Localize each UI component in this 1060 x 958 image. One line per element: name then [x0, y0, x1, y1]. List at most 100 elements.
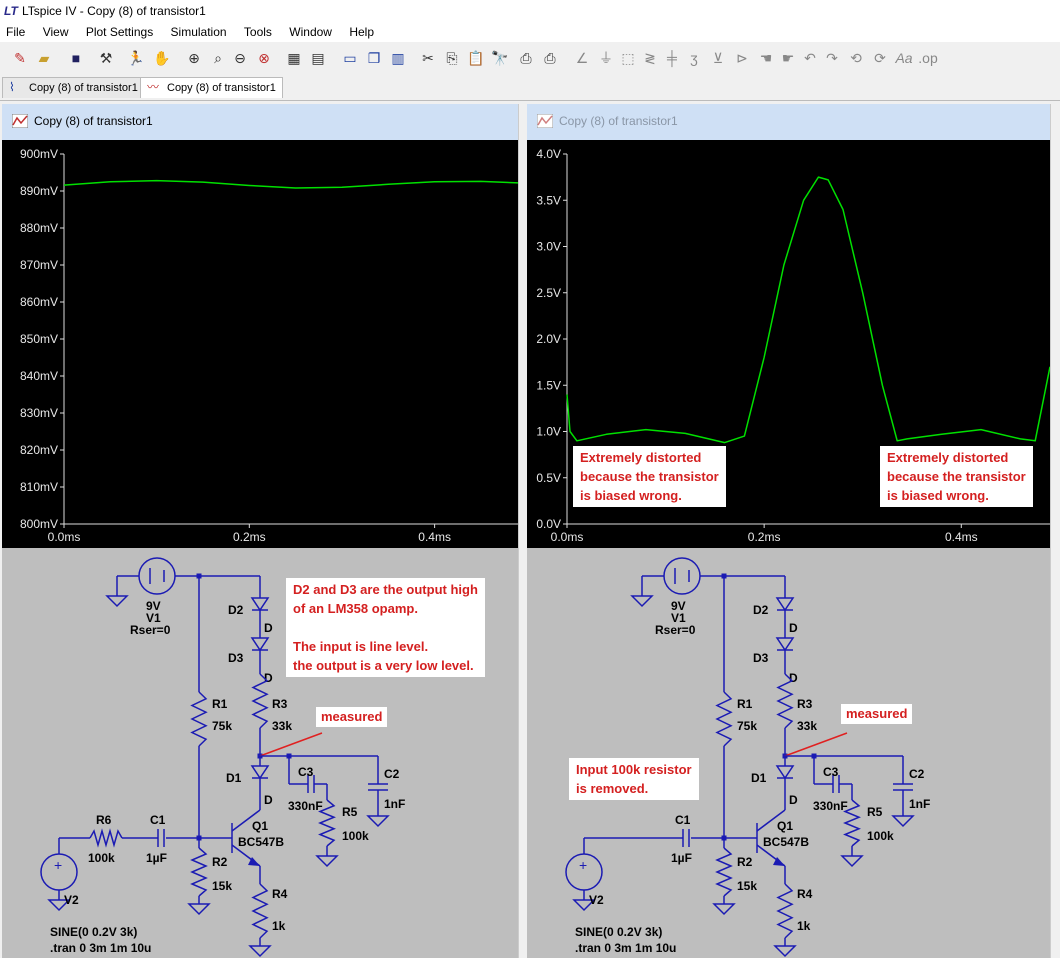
c2-value: 1nF: [909, 797, 930, 811]
label-icon[interactable]: ⬚: [618, 48, 638, 68]
schematic-right[interactable]: 9VV1Rser=0D2DD3DR333kD1DC3330nF R5100kC21…: [527, 548, 1050, 958]
redo-icon[interactable]: ↷: [822, 48, 842, 68]
q1-label: Q1: [252, 819, 268, 833]
find-icon[interactable]: 🔭: [490, 48, 510, 68]
cascade-icon[interactable]: ❐: [364, 48, 384, 68]
waveform-icon: [12, 114, 28, 128]
document-tabs: ⌇ Copy (8) of transistor1 〰 Copy (8) of …: [0, 74, 1060, 101]
v2-plus: +: [54, 857, 62, 873]
menu-help[interactable]: Help: [349, 25, 374, 39]
y-tick-label: 830mV: [20, 406, 58, 420]
open-icon[interactable]: ▰: [34, 48, 54, 68]
pane-title: Copy (8) of transistor1: [559, 114, 678, 128]
r1-value: 75k: [737, 719, 757, 733]
autorange-icon[interactable]: ▦: [284, 48, 304, 68]
y-tick-label: 0.5V: [536, 471, 561, 485]
q1-label: Q1: [777, 819, 793, 833]
zoom-fit-icon[interactable]: ⊗: [254, 48, 274, 68]
y-tick-label: 900mV: [20, 147, 58, 161]
left-pane: Copy (8) of transistor1 800mV 810mV 820mV 8…: [2, 104, 518, 958]
r4-value: 1k: [272, 919, 286, 933]
diode-icon[interactable]: ⊻: [708, 48, 728, 68]
spice-directive-icon[interactable]: .op: [918, 48, 938, 68]
x-tick-label: 0.0ms: [551, 530, 584, 544]
menu-tools[interactable]: Tools: [244, 25, 272, 39]
zoom-in-icon[interactable]: ⊕: [184, 48, 204, 68]
inductor-icon[interactable]: ʒ: [684, 48, 704, 68]
y-tick-label: 800mV: [20, 517, 58, 531]
menu-view[interactable]: View: [43, 25, 69, 39]
r4-value: 1k: [797, 919, 811, 933]
menu-file[interactable]: File: [6, 25, 25, 39]
r3-value: 33k: [272, 719, 292, 733]
tab-waveform[interactable]: 〰 Copy (8) of transistor1: [140, 77, 283, 98]
d3-label: D3: [753, 651, 769, 665]
drag-icon[interactable]: ☛: [778, 48, 798, 68]
rotate-icon[interactable]: ⟲: [846, 48, 866, 68]
d1-type: D: [264, 793, 273, 807]
ground-icon[interactable]: ⏚: [596, 48, 616, 68]
schematic-note: D2 and D3 are the output high of an LM35…: [286, 578, 485, 677]
d1-type: D: [789, 793, 798, 807]
run-icon[interactable]: 🏃: [126, 48, 146, 68]
tab-label: Copy (8) of transistor1: [167, 82, 276, 94]
wire-icon[interactable]: ∠: [572, 48, 592, 68]
waveform-plot-left[interactable]: 800mV 810mV 820mV 830mV 840mV 850mV 860mV 870mV…: [2, 140, 518, 548]
q1-value: BC547B: [763, 835, 809, 849]
ltspice-logo-icon: LT: [4, 4, 18, 18]
resistor-icon[interactable]: ≷: [640, 48, 660, 68]
menu-window[interactable]: Window: [289, 25, 332, 39]
copy-icon[interactable]: ⎘: [442, 48, 462, 68]
undo-icon[interactable]: ↶: [800, 48, 820, 68]
v2-label: V2: [64, 893, 79, 907]
capacitor-icon[interactable]: ╪: [662, 48, 682, 68]
y-tick-label: 880mV: [20, 221, 58, 235]
y-tick-label: 3.5V: [536, 193, 561, 207]
new-schematic-icon[interactable]: ✎: [10, 48, 30, 68]
save-icon[interactable]: ■: [66, 48, 86, 68]
c1-value: 1µF: [671, 851, 692, 865]
print-preview-icon[interactable]: ⎙: [516, 48, 536, 68]
v2-label: V2: [589, 893, 604, 907]
window-title: LTspice IV - Copy (8) of transistor1: [22, 4, 206, 18]
tile-icon[interactable]: ▥: [388, 48, 408, 68]
plot-settings-icon[interactable]: ▤: [308, 48, 328, 68]
r3-label: R3: [797, 697, 813, 711]
toolbar: ✎ ▰ ■ ⚒ 🏃 ✋ ⊕ ⌕ ⊖ ⊗ ▦ ▤ ▭ ❐ ▥ ✂ ⎘ 📋 🔭 ⎙ …: [0, 42, 1060, 75]
r2-value: 15k: [737, 879, 757, 893]
y-tick-label: 4.0V: [536, 147, 561, 161]
move-icon[interactable]: ☚: [756, 48, 776, 68]
r3-label: R3: [272, 697, 288, 711]
y-tick-label: 0.0V: [536, 517, 561, 531]
zoom-out-icon[interactable]: ⊖: [230, 48, 250, 68]
paste-icon[interactable]: 📋: [466, 48, 486, 68]
c2-value: 1nF: [384, 797, 405, 811]
cut-icon[interactable]: ✂: [418, 48, 438, 68]
r5-label: R5: [867, 805, 883, 819]
pane-title: Copy (8) of transistor1: [34, 114, 153, 128]
print-icon[interactable]: ⎙: [540, 48, 560, 68]
r1-label: R1: [737, 697, 753, 711]
r6-value: 100k: [88, 851, 115, 865]
tab-schematic[interactable]: ⌇ Copy (8) of transistor1: [2, 77, 145, 98]
text-icon[interactable]: Aa: [894, 48, 914, 68]
menu-plot-settings[interactable]: Plot Settings: [86, 25, 153, 39]
right-scrollbar[interactable]: [1050, 104, 1060, 958]
y-tick-label: 2.5V: [536, 286, 561, 300]
distortion-note-2: Extremely distorted because the transist…: [880, 446, 1033, 507]
y-tick-label: 840mV: [20, 369, 58, 383]
mirror-icon[interactable]: ⟳: [870, 48, 890, 68]
menu-simulation[interactable]: Simulation: [171, 25, 227, 39]
d2-label: D2: [228, 603, 244, 617]
tile-horizontal-icon[interactable]: ▭: [340, 48, 360, 68]
y-tick-label: 890mV: [20, 184, 58, 198]
control-panel-icon[interactable]: ⚒: [96, 48, 116, 68]
right-pane-header: Copy (8) of transistor1: [527, 104, 1050, 141]
halt-icon[interactable]: ✋: [152, 48, 172, 68]
c2-label: C2: [909, 767, 925, 781]
c3-label: C3: [298, 765, 314, 779]
component-icon[interactable]: ⊳: [732, 48, 752, 68]
pan-icon[interactable]: ⌕: [208, 48, 228, 68]
tran-directive: .tran 0 3m 1m 10u: [575, 941, 676, 955]
x-tick-label: 0.4ms: [945, 530, 978, 544]
